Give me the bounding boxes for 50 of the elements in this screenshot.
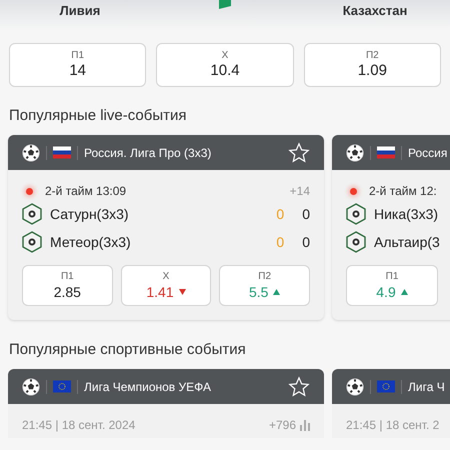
odds-button[interactable]: П1 4.9 — [346, 265, 438, 306]
section-title: Популярные спортивные события — [8, 340, 247, 360]
soccer-ball-icon — [346, 378, 364, 396]
down-triangle-icon — [178, 288, 186, 294]
soccer-ball-icon — [22, 378, 40, 396]
stats-icon — [300, 420, 310, 430]
team-name: Казахстан — [342, 2, 408, 20]
live-event-card[interactable]: Россия 2-й тайм 12: Ника(3х3) Альтаир(3 П1 4.9 — [332, 135, 450, 320]
odds-button[interactable]: Х 10.4 — [156, 43, 294, 87]
team-badge-icon — [346, 203, 366, 225]
event-date: 21:45 | 18 сент. 2 — [346, 417, 440, 434]
league-title: Лига Чемпионов УЕФА — [84, 378, 211, 396]
team-badge-icon — [346, 231, 366, 253]
match-period: 2-й тайм 13:09 — [45, 183, 126, 200]
odds-button[interactable]: П2 5.5 — [219, 265, 310, 306]
team-badge-icon — [22, 231, 42, 253]
score: 0 — [276, 232, 284, 252]
favorite-star-icon[interactable] — [288, 376, 310, 398]
more-markets-count: +14 — [290, 183, 310, 200]
score: 0 — [302, 204, 310, 224]
live-indicator-icon — [26, 188, 33, 194]
team-name: Ливия — [58, 2, 102, 20]
up-triangle-icon — [400, 288, 408, 294]
team-name: Сатурн(3х3) — [50, 204, 129, 224]
league-title: Россия. Лига Про (3х3) — [84, 144, 212, 162]
match-period: 2-й тайм 12: — [369, 183, 437, 200]
odds-button[interactable]: П1 2.85 — [22, 265, 113, 306]
live-indicator-icon — [350, 188, 357, 194]
league-title: Россия — [408, 144, 448, 162]
team-badge-icon — [22, 203, 42, 225]
odds-button[interactable]: Х 1.41 — [120, 265, 212, 306]
live-event-card[interactable]: Россия. Лига Про (3х3) 2-й тайм 13:09 +14 Сатурн(3х3) 0 0 Метеор(3х3) 0 0 П1 2.85 Х 1.41 П2 5.5 — [8, 135, 324, 320]
soccer-ball-icon — [346, 144, 364, 162]
league-title: Лига Ч — [408, 378, 445, 396]
odds-button[interactable]: П1 14 — [9, 43, 146, 87]
score: 0 — [302, 232, 310, 252]
event-date: 21:45 | 18 сент. 2024 — [22, 417, 136, 434]
odds-button[interactable]: П2 1.09 — [304, 43, 441, 87]
up-triangle-icon — [273, 288, 280, 294]
team-name: Альтаир(3 — [374, 232, 440, 252]
team-name: Ника(3х3) — [374, 204, 438, 224]
soccer-ball-icon — [22, 144, 40, 162]
section-title: Популярные live-события — [8, 106, 188, 126]
team-name: Метеор(3х3) — [50, 232, 131, 252]
sport-event-card[interactable]: Лига Чемпионов УЕФА 21:45 | 18 сент. 2024 +796 — [8, 369, 324, 438]
sport-event-card[interactable]: Лига Ч 21:45 | 18 сент. 2 — [332, 369, 450, 438]
favorite-star-icon[interactable] — [288, 142, 310, 164]
more-markets-count: +796 — [268, 417, 296, 434]
logo-icon — [219, 0, 231, 9]
score: 0 — [276, 204, 284, 224]
